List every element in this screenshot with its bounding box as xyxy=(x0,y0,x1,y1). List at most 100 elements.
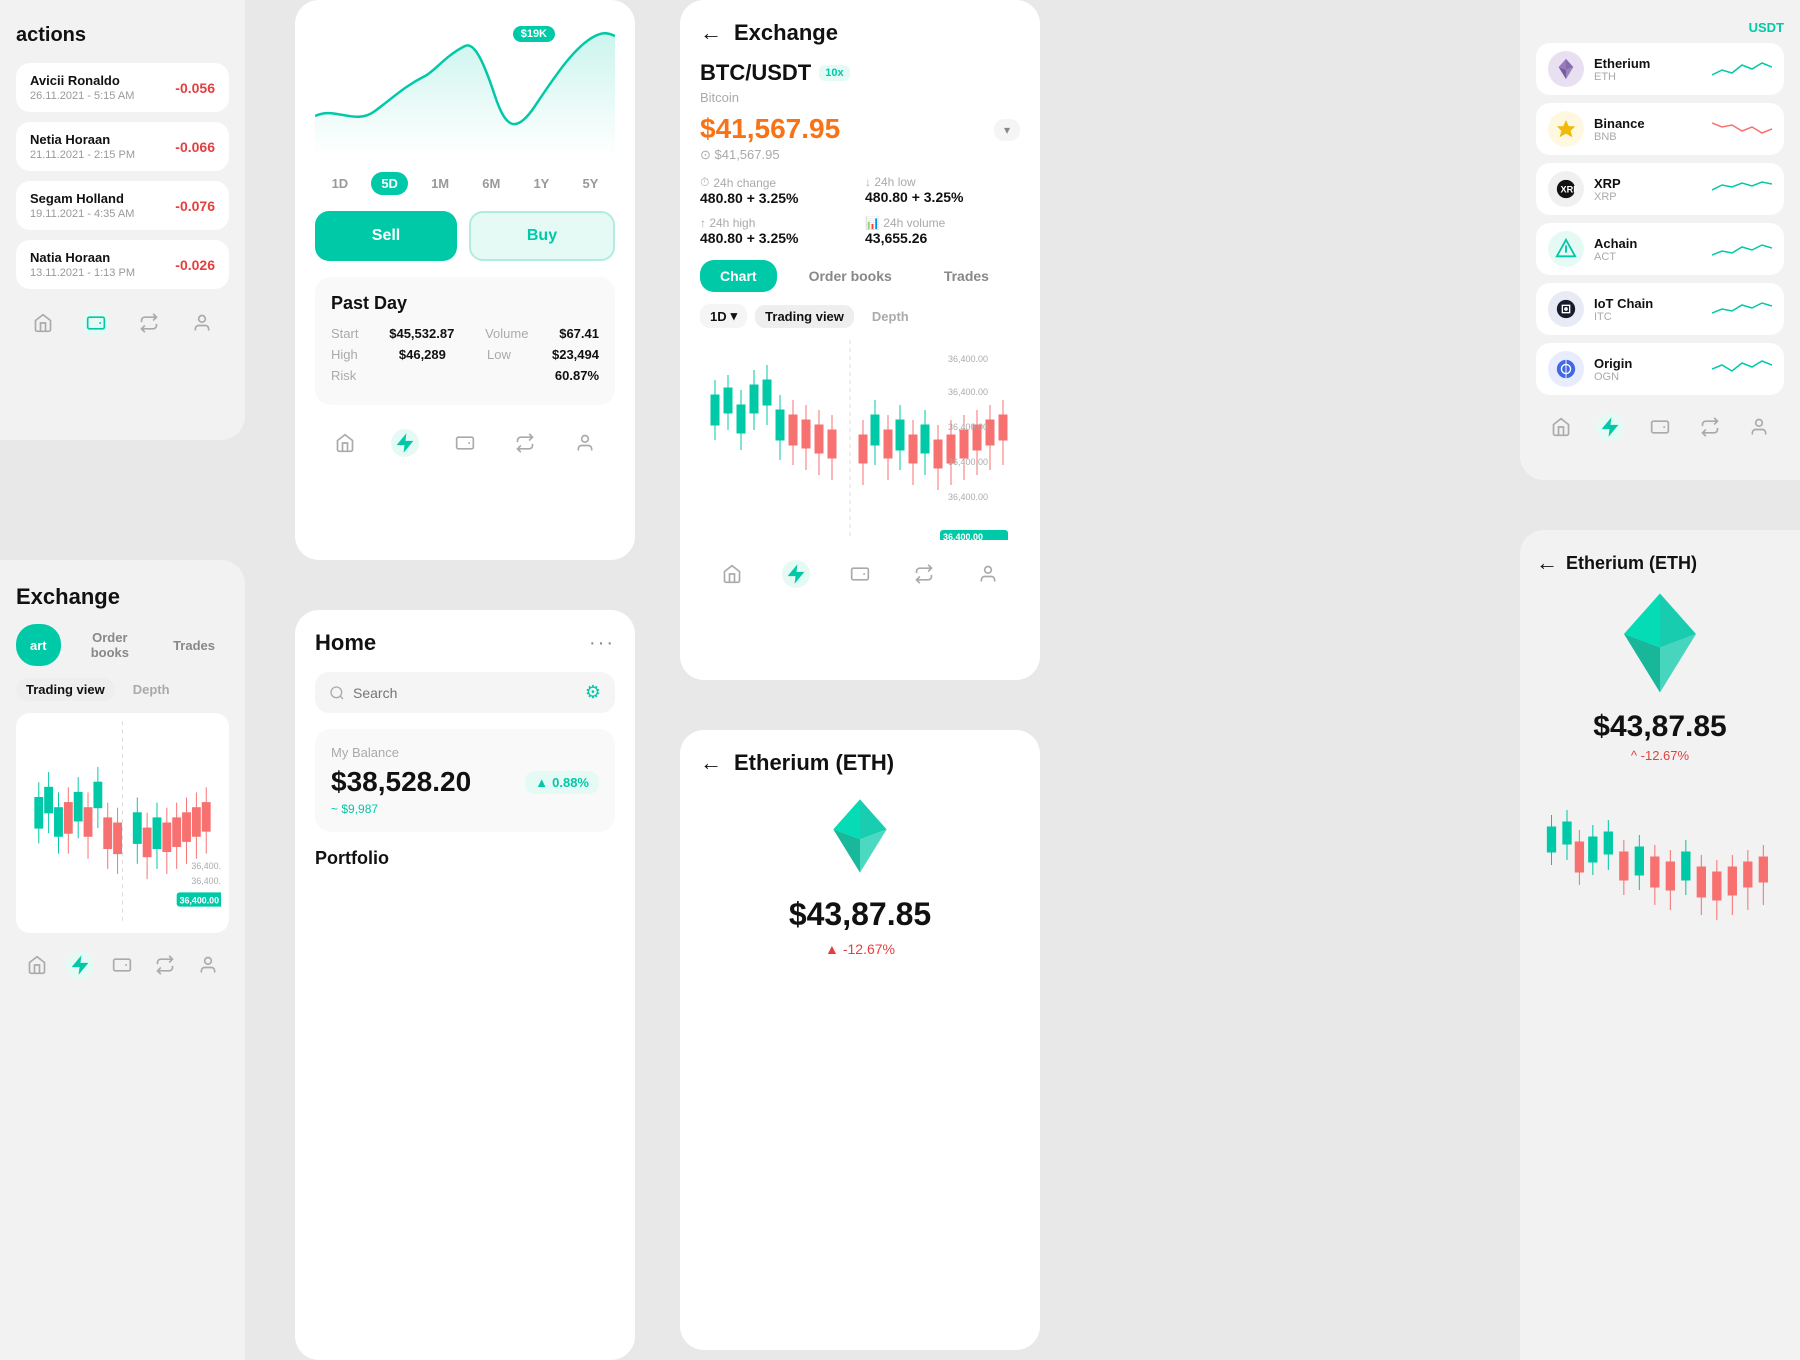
nav-lightning-exc[interactable] xyxy=(782,560,810,588)
svg-text:36,400.00: 36,400.00 xyxy=(948,492,988,502)
view-tab-trading[interactable]: Trading view xyxy=(755,305,854,328)
action-row: Sell Buy xyxy=(315,211,615,261)
nav-wallet-exc[interactable] xyxy=(846,560,874,588)
stat-0: ⏱ 24h change 480.80 + 3.25% xyxy=(700,175,855,206)
coin-name-bnb: Binance xyxy=(1594,116,1702,131)
coin-item-itc[interactable]: IoT Chain ITC xyxy=(1536,283,1784,335)
high-label: High xyxy=(331,347,358,362)
period-selector[interactable]: 1D ▾ xyxy=(700,304,747,328)
nav-bar-exchange-bl xyxy=(16,941,229,983)
back-button-exchange[interactable]: ← xyxy=(700,20,722,46)
ogn-coin-logo xyxy=(1548,351,1584,387)
chart-tabs: Chart Order books Trades xyxy=(700,260,1020,292)
stat-1: ↓ 24h low 480.80 + 3.25% xyxy=(865,175,1020,206)
stat-label-0: ⏱ 24h change xyxy=(700,175,855,190)
stat-label-1: ↓ 24h low xyxy=(865,175,1020,189)
tab-orderbooks[interactable]: Order books xyxy=(789,260,912,292)
tab-chart-bl[interactable]: art xyxy=(16,624,61,666)
tf-1m[interactable]: 1M xyxy=(421,172,459,195)
tab-orderbooks-bl[interactable]: Order books xyxy=(69,624,151,666)
nav-exchange-exc[interactable] xyxy=(910,560,938,588)
leverage-badge: 10x xyxy=(819,65,849,81)
tf-1d[interactable]: 1D xyxy=(322,172,359,195)
dropdown-btn[interactable]: ▾ xyxy=(994,119,1020,141)
nav-user-exc[interactable] xyxy=(974,560,1002,588)
sub-tab-tradingview-bl[interactable]: Trading view xyxy=(16,678,115,701)
tab-trades-bl[interactable]: Trades xyxy=(159,624,229,666)
nav-exchange-coins[interactable] xyxy=(1696,413,1724,441)
eth-change-right: ^ -12.67% xyxy=(1536,748,1784,763)
trans-item-2[interactable]: Segam Holland 19.11.2021 - 4:35 AM -0.07… xyxy=(16,181,229,230)
act-coin-logo xyxy=(1548,231,1584,267)
coin-item-xrp[interactable]: XRP XRP XRP xyxy=(1536,163,1784,215)
sell-button[interactable]: Sell xyxy=(315,211,457,261)
svg-text:36,400.00: 36,400.00 xyxy=(191,861,221,871)
nav-wallet-bl[interactable] xyxy=(108,951,136,979)
balance-amount: $38,528.20 xyxy=(331,766,471,798)
trans-item-0[interactable]: Avicii Ronaldo 26.11.2021 - 5:15 AM -0.0… xyxy=(16,63,229,112)
coin-item-act[interactable]: Achain ACT xyxy=(1536,223,1784,275)
search-input[interactable] xyxy=(353,685,577,701)
nav-user-coins[interactable] xyxy=(1745,413,1773,441)
coin-sym-bnb: BNB xyxy=(1594,131,1702,143)
eth-coin-logo xyxy=(1548,51,1584,87)
coin-item-ogn[interactable]: Origin OGN xyxy=(1536,343,1784,395)
itc-coin-logo xyxy=(1548,291,1584,327)
tab-trades[interactable]: Trades xyxy=(924,260,1009,292)
eth-change-value: -12.67% xyxy=(843,941,895,957)
coin-item-eth[interactable]: Etherium ETH xyxy=(1536,43,1784,95)
up-arrow-icon: ▲ xyxy=(825,941,839,957)
stat-val-1: 480.80 + 3.25% xyxy=(865,189,1020,205)
candle-chart-right xyxy=(1536,775,1784,955)
nav-user-chart[interactable] xyxy=(571,429,599,457)
nav-home-bl[interactable] xyxy=(23,951,51,979)
nav-wallet-icon-active[interactable] xyxy=(82,309,110,337)
back-button-eth-right[interactable]: ← xyxy=(1536,550,1558,576)
tf-6m[interactable]: 6M xyxy=(472,172,510,195)
nav-exchange-bl[interactable] xyxy=(151,951,179,979)
nav-exchange-chart[interactable] xyxy=(511,429,539,457)
nav-wallet-coins[interactable] xyxy=(1646,413,1674,441)
home-header: Home ··· xyxy=(315,630,615,656)
buy-button[interactable]: Buy xyxy=(469,211,615,261)
itc-logo-icon xyxy=(1555,298,1577,320)
balance-badge: ▲ 0.88% xyxy=(525,771,599,794)
coin-sym-eth: ETH xyxy=(1594,71,1702,83)
tf-5d[interactable]: 5D xyxy=(371,172,408,195)
tab-chart[interactable]: Chart xyxy=(700,260,777,292)
up-arrow-icon: ▲ xyxy=(535,775,548,790)
nav-home-coins[interactable] xyxy=(1547,413,1575,441)
eth-diamond-container xyxy=(1536,588,1784,698)
nav-lightning-chart[interactable] xyxy=(391,429,419,457)
nav-home-chart[interactable] xyxy=(331,429,359,457)
back-button-eth[interactable]: ← xyxy=(700,750,722,776)
eth-diamond-right-icon xyxy=(1615,588,1705,698)
trans-val-0: -0.056 xyxy=(175,80,215,96)
pair-row: BTC/USDT 10x xyxy=(700,60,1020,86)
nav-lightning-coins[interactable] xyxy=(1596,413,1624,441)
svg-text:36,400.00: 36,400.00 xyxy=(948,354,988,364)
dots-menu-button[interactable]: ··· xyxy=(589,632,615,655)
risk-label: Risk xyxy=(331,368,356,383)
nav-wallet-chart[interactable] xyxy=(451,429,479,457)
balance-label: My Balance xyxy=(331,745,599,760)
coin-name-act: Achain xyxy=(1594,236,1702,251)
trans-item-1[interactable]: Netia Horaan 21.11.2021 - 2:15 PM -0.066 xyxy=(16,122,229,171)
coin-item-bnb[interactable]: Binance BNB xyxy=(1536,103,1784,155)
nav-user-icon[interactable] xyxy=(188,309,216,337)
tf-5y[interactable]: 5Y xyxy=(572,172,608,195)
trans-item-3[interactable]: Natia Horaan 13.11.2021 - 1:13 PM -0.026 xyxy=(16,240,229,289)
nav-home-exc[interactable] xyxy=(718,560,746,588)
tf-1y[interactable]: 1Y xyxy=(523,172,559,195)
stat-label-3: 📊 24h volume xyxy=(865,216,1020,230)
nav-home-icon[interactable] xyxy=(29,309,57,337)
nav-user-bl[interactable] xyxy=(194,951,222,979)
trans-date-3: 13.11.2021 - 1:13 PM xyxy=(30,267,135,279)
filter-icon[interactable]: ⚙ xyxy=(585,682,601,703)
sub-tab-depth-bl[interactable]: Depth xyxy=(123,678,180,701)
search-bar: ⚙ xyxy=(315,672,615,713)
nav-exchange-icon[interactable] xyxy=(135,309,163,337)
risk-val: 60.87% xyxy=(555,368,599,383)
view-tab-depth[interactable]: Depth xyxy=(862,305,919,328)
nav-lightning-bl[interactable] xyxy=(66,951,94,979)
